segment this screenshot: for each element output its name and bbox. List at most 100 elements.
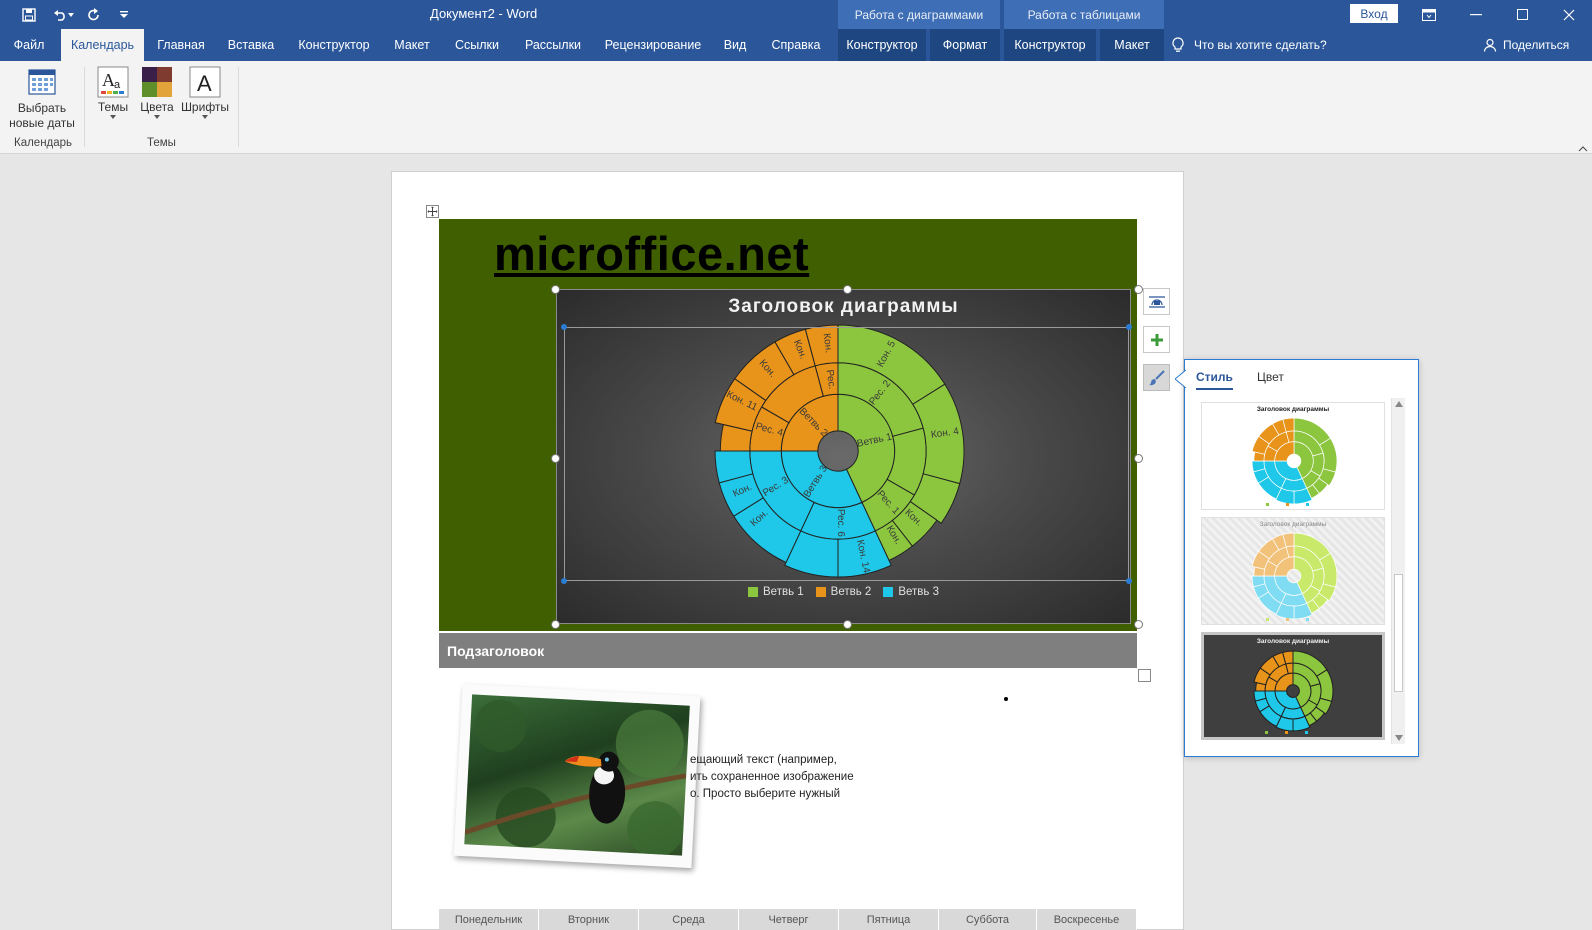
- document-title: Документ2 - Word: [430, 6, 538, 21]
- tab-chart-design[interactable]: Конструктор: [838, 29, 926, 61]
- tab-home[interactable]: Главная: [150, 29, 212, 61]
- thumb-legend-swatch: [1305, 731, 1308, 734]
- tab-review[interactable]: Рецензирование: [598, 29, 708, 61]
- table-resize-handle[interactable]: [1138, 669, 1151, 682]
- thumb-sunburst: [1251, 417, 1338, 506]
- legend-swatch: [883, 587, 894, 597]
- weekday-header: Суббота: [939, 909, 1037, 930]
- tab-mailings[interactable]: Рассылки: [516, 29, 590, 61]
- close-icon[interactable]: [1546, 0, 1592, 29]
- chart-style-thumbnail-3-selected[interactable]: Заголовок диаграммы: [1201, 632, 1385, 740]
- layout-options-button[interactable]: [1143, 288, 1170, 315]
- thumb-legend-swatch: [1265, 731, 1268, 734]
- resize-handle[interactable]: [551, 620, 560, 629]
- undo-dropdown-icon[interactable]: [66, 4, 76, 26]
- weekday-header: Понедельник: [439, 909, 539, 930]
- minimize-icon[interactable]: [1453, 0, 1499, 29]
- group-label-themes: Темы: [147, 137, 176, 149]
- tab-references[interactable]: Ссылки: [446, 29, 508, 61]
- chart-style-thumbnail-2[interactable]: Заголовок диаграммы: [1201, 517, 1385, 625]
- chart-elements-button[interactable]: [1143, 326, 1170, 353]
- collapse-ribbon-icon[interactable]: [1578, 141, 1588, 155]
- customize-qat-icon[interactable]: [112, 4, 136, 26]
- plus-icon: [1150, 333, 1163, 346]
- scroll-thumb[interactable]: [1394, 574, 1403, 692]
- tab-calendar[interactable]: Календарь: [61, 29, 144, 61]
- calendar-grid-icon: [28, 69, 56, 95]
- body-text[interactable]: ещающий текст (например, ить сохраненное…: [690, 752, 880, 803]
- thumb-legend-swatch: [1286, 618, 1289, 621]
- colors-icon: [142, 67, 172, 97]
- thumb-title: Заголовок диаграммы: [1256, 638, 1330, 645]
- tab-table-design[interactable]: Конструктор: [1004, 29, 1096, 61]
- save-icon[interactable]: [17, 4, 41, 26]
- colors-button[interactable]: Цвета: [138, 66, 176, 119]
- chart-style-thumbnail-1[interactable]: Заголовок диаграммы: [1201, 402, 1385, 510]
- select-new-dates-label-2: новые даты: [9, 116, 75, 130]
- plot-area-frame[interactable]: [564, 327, 1129, 581]
- ribbon-display-options-icon[interactable]: [1406, 0, 1452, 29]
- resize-handle[interactable]: [1134, 620, 1143, 629]
- pane-tab-color[interactable]: Цвет: [1257, 370, 1284, 384]
- tab-layout[interactable]: Макет: [386, 29, 438, 61]
- tab-view[interactable]: Вид: [716, 29, 754, 61]
- thumb-legend-swatch: [1306, 618, 1309, 621]
- maximize-icon[interactable]: [1499, 0, 1545, 29]
- resize-handle[interactable]: [1134, 285, 1143, 294]
- themes-button[interactable]: A a Темы: [94, 66, 132, 119]
- thumb-sunburst: [1253, 650, 1334, 734]
- login-button[interactable]: Вход: [1350, 4, 1398, 23]
- pane-scrollbar[interactable]: [1391, 398, 1405, 744]
- scroll-up-icon[interactable]: [1395, 401, 1403, 407]
- weekday-header: Среда: [639, 909, 739, 930]
- share-button[interactable]: Поделиться: [1483, 29, 1569, 61]
- resize-handle[interactable]: [843, 620, 852, 629]
- table-move-handle-icon[interactable]: [426, 205, 439, 218]
- resize-handle[interactable]: [1134, 454, 1143, 463]
- weekday-header: Вторник: [539, 909, 639, 930]
- thumb-title: Заголовок диаграммы: [1259, 521, 1327, 528]
- weekday-header: Пятница: [839, 909, 939, 930]
- tab-help[interactable]: Справка: [762, 29, 830, 61]
- fonts-button[interactable]: A Шрифты: [180, 66, 230, 119]
- site-title[interactable]: microffice.net: [494, 226, 809, 281]
- ribbon: Выбрать новые даты Календарь A a Темы Цв…: [0, 61, 1592, 154]
- toucan-photo[interactable]: [453, 683, 701, 869]
- resize-handle[interactable]: [551, 285, 560, 294]
- scroll-down-icon[interactable]: [1395, 735, 1403, 741]
- fonts-icon: A: [189, 66, 221, 98]
- plot-area-handle[interactable]: [561, 578, 567, 584]
- tab-design[interactable]: Конструктор: [290, 29, 378, 61]
- themes-label: Темы: [97, 100, 129, 114]
- legend-item-branch-3: Ветвь 3: [883, 586, 939, 598]
- svg-text:a: a: [114, 79, 121, 91]
- chart-legend[interactable]: Ветвь 1 Ветвь 2 Ветвь 3: [557, 586, 1130, 598]
- toucan-illustration: [464, 699, 687, 856]
- share-label: Поделиться: [1503, 38, 1570, 52]
- body-line: ить сохраненное изображение: [690, 771, 854, 783]
- group-label-calendar: Календарь: [14, 137, 73, 149]
- chart-styles-button[interactable]: [1143, 364, 1170, 391]
- tab-file[interactable]: Файл: [6, 29, 52, 61]
- tab-table-layout[interactable]: Макет: [1100, 29, 1164, 61]
- thumb-legend-swatch: [1306, 503, 1309, 506]
- plot-area-handle[interactable]: [1126, 324, 1132, 330]
- pane-tab-style[interactable]: Стиль: [1196, 370, 1233, 390]
- thumb-legend-swatch: [1266, 503, 1269, 506]
- plot-area-handle[interactable]: [1126, 578, 1132, 584]
- resize-handle[interactable]: [843, 285, 852, 294]
- select-new-dates-button[interactable]: Выбрать новые даты: [8, 67, 76, 131]
- layout-options-icon: [1148, 295, 1165, 308]
- tab-chart-format[interactable]: Формат: [930, 29, 1000, 61]
- redo-icon[interactable]: [82, 4, 106, 26]
- subheading[interactable]: Подзаголовок: [439, 633, 1137, 668]
- tab-insert[interactable]: Вставка: [219, 29, 283, 61]
- legend-label: Ветвь 1: [763, 586, 804, 598]
- thumb-title: Заголовок диаграммы: [1256, 406, 1330, 413]
- ribbon-separator: [84, 67, 85, 147]
- plot-area-handle[interactable]: [561, 324, 567, 330]
- tell-me-search[interactable]: Что вы хотите сделать?: [1172, 29, 1327, 61]
- thumb-legend-swatch: [1285, 731, 1288, 734]
- context-header-charts: Работа с диаграммами: [838, 0, 1000, 29]
- resize-handle[interactable]: [551, 454, 560, 463]
